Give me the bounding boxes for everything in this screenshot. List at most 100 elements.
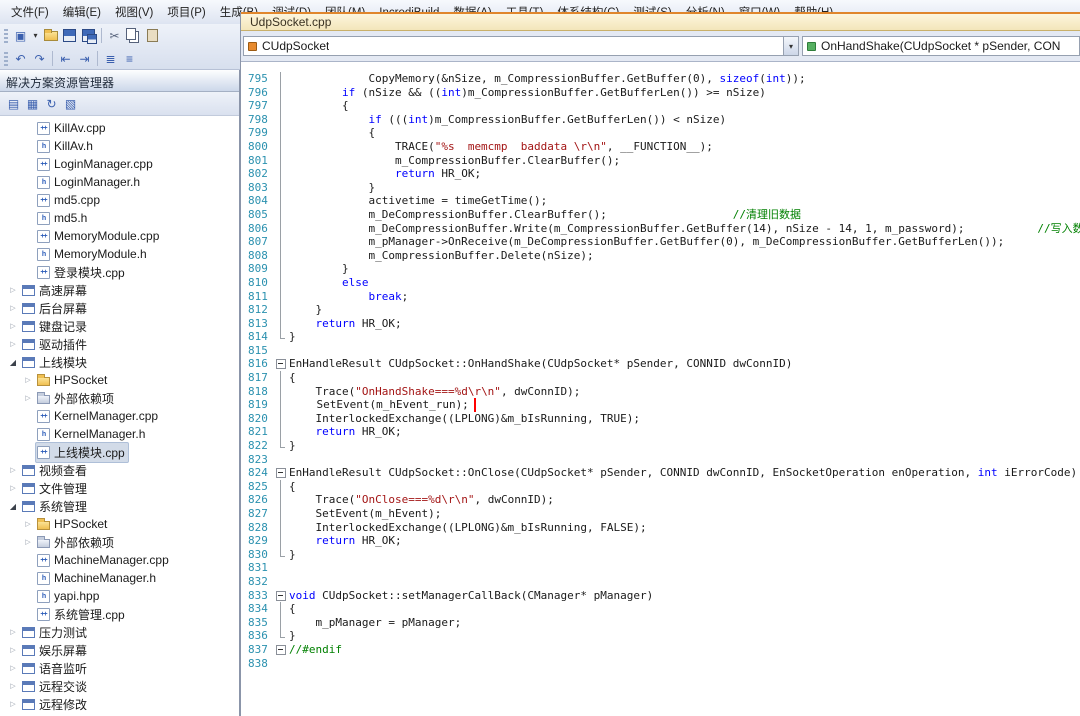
types-dropdown[interactable]: CUdpSocket ▾ bbox=[243, 36, 799, 56]
new-project-icon[interactable]: ▣ bbox=[12, 27, 29, 44]
code-line-803[interactable]: 803 } bbox=[241, 180, 1080, 195]
code-line-833[interactable]: 833 void CUdpSocket::setManagerCallBack(C… bbox=[241, 589, 1080, 603]
code-line-798[interactable]: 798 if (((int)m_CompressionBuffer.GetBuf… bbox=[241, 112, 1080, 127]
tree-item-登录模块.cpp[interactable]: ++ 登录模块.cpp bbox=[0, 263, 239, 281]
code-line-825[interactable]: 825 { bbox=[241, 479, 1080, 494]
line-number[interactable]: 831 bbox=[241, 561, 275, 575]
menu-item-文件(F)[interactable]: 文件(F) bbox=[4, 2, 56, 22]
expand-arrow-icon[interactable]: ▷ bbox=[6, 466, 20, 474]
code-line-830[interactable]: 830} bbox=[241, 547, 1080, 562]
code-line-821[interactable]: 821 return HR_OK; bbox=[241, 425, 1080, 439]
code-line-829[interactable]: 829 return HR_OK; bbox=[241, 534, 1080, 548]
code-line-837[interactable]: 837 //#endif bbox=[241, 643, 1080, 657]
tree-item-远程交谈[interactable]: ▷ 远程交谈 bbox=[0, 677, 239, 695]
expand-arrow-icon[interactable]: ▷ bbox=[6, 322, 20, 330]
expand-arrow-icon[interactable]: ▷ bbox=[21, 376, 35, 384]
collapse-box-icon[interactable] bbox=[275, 589, 289, 603]
expand-arrow-icon[interactable]: ▷ bbox=[6, 700, 20, 708]
code-line-800[interactable]: 800 TRACE("%s memcmp baddata \r\n", __FU… bbox=[241, 139, 1080, 154]
line-number[interactable]: 800 bbox=[241, 140, 275, 154]
tree-item-MachineManager.h[interactable]: h MachineManager.h bbox=[0, 569, 239, 587]
code-line-797[interactable]: 797 { bbox=[241, 99, 1080, 113]
tree-item-外部依赖项[interactable]: ▷ 外部依赖项 bbox=[0, 533, 239, 551]
code-line-838[interactable]: 838 bbox=[241, 657, 1080, 671]
line-number[interactable]: 818 bbox=[241, 385, 275, 399]
line-number[interactable]: 807 bbox=[241, 235, 275, 249]
line-number[interactable]: 796 bbox=[241, 86, 275, 100]
tree-item-键盘记录[interactable]: ▷ 键盘记录 bbox=[0, 317, 239, 335]
code-line-834[interactable]: 834 { bbox=[241, 602, 1080, 616]
uncomment-lines-icon[interactable]: ≡ bbox=[121, 50, 138, 67]
line-number[interactable]: 817 bbox=[241, 371, 275, 385]
code-line-835[interactable]: 835 m_pManager = pManager; bbox=[241, 615, 1080, 630]
line-number[interactable]: 821 bbox=[241, 425, 275, 439]
tree-item-MachineManager.cpp[interactable]: ++ MachineManager.cpp bbox=[0, 551, 239, 569]
tree-item-驱动插件[interactable]: ▷ 驱动插件 bbox=[0, 335, 239, 353]
code-line-824[interactable]: 824 EnHandleResult CUdpSocket::OnClose(CU… bbox=[241, 466, 1080, 480]
line-number[interactable]: 802 bbox=[241, 167, 275, 181]
code-line-808[interactable]: 808 m_CompressionBuffer.Delete(nSize); bbox=[241, 248, 1080, 263]
expand-arrow-icon[interactable]: ▷ bbox=[21, 394, 35, 402]
line-number[interactable]: 804 bbox=[241, 194, 275, 208]
line-number[interactable]: 825 bbox=[241, 480, 275, 494]
code-line-817[interactable]: 817 { bbox=[241, 371, 1080, 385]
tree-item-远程修改[interactable]: ▷ 远程修改 bbox=[0, 695, 239, 713]
code-line-802[interactable]: 802 return HR_OK; bbox=[241, 167, 1080, 181]
tree-item-语音监听[interactable]: ▷ 语音监听 bbox=[0, 659, 239, 677]
code-line-814[interactable]: 814} bbox=[241, 330, 1080, 344]
code-line-831[interactable]: 831 bbox=[241, 561, 1080, 575]
code-editor[interactable]: 795 CopyMemory(&nSize, m_CompressionBuff… bbox=[241, 62, 1080, 716]
code-line-828[interactable]: 828 InterlockedExchange((LPLONG)&m_bIsRu… bbox=[241, 520, 1080, 535]
tree-item-文件管理[interactable]: ▷ 文件管理 bbox=[0, 479, 239, 497]
tree-item-压力测试[interactable]: ▷ 压力测试 bbox=[0, 623, 239, 641]
expand-arrow-icon[interactable]: ▷ bbox=[21, 538, 35, 546]
tree-item-系统管理[interactable]: ◢ 系统管理 bbox=[0, 497, 239, 515]
line-number[interactable]: 815 bbox=[241, 344, 275, 358]
code-line-813[interactable]: 813 return HR_OK; bbox=[241, 316, 1080, 331]
menu-item-项目(P)[interactable]: 项目(P) bbox=[160, 2, 212, 22]
tree-item-高速屏幕[interactable]: ▷ 高速屏幕 bbox=[0, 281, 239, 299]
collapse-box-icon[interactable] bbox=[275, 466, 289, 480]
line-number[interactable]: 814 bbox=[241, 330, 275, 344]
line-number[interactable]: 828 bbox=[241, 521, 275, 535]
tree-item-KernelManager.cpp[interactable]: ++ KernelManager.cpp bbox=[0, 407, 239, 425]
code-line-832[interactable]: 832 bbox=[241, 575, 1080, 589]
open-file-icon[interactable] bbox=[42, 27, 59, 44]
collapse-box-icon[interactable] bbox=[275, 357, 289, 371]
tab-udpsocket[interactable]: UdpSocket.cpp bbox=[250, 15, 331, 29]
tree-item-md5.h[interactable]: h md5.h bbox=[0, 209, 239, 227]
line-number[interactable]: 797 bbox=[241, 99, 275, 113]
tree-item-MemoryModule.cpp[interactable]: ++ MemoryModule.cpp bbox=[0, 227, 239, 245]
tree-item-LoginManager.cpp[interactable]: ++ LoginManager.cpp bbox=[0, 155, 239, 173]
menu-item-视图(V)[interactable]: 视图(V) bbox=[108, 2, 160, 22]
collapse-arrow-icon[interactable]: ◢ bbox=[6, 502, 20, 511]
tree-item-外部依赖项[interactable]: ▷ 外部依赖项 bbox=[0, 389, 239, 407]
code-line-823[interactable]: 823 bbox=[241, 453, 1080, 467]
tree-item-后台屏幕[interactable]: ▷ 后台屏幕 bbox=[0, 299, 239, 317]
line-number[interactable]: 827 bbox=[241, 507, 275, 521]
copy-icon[interactable] bbox=[125, 27, 142, 44]
code-line-805[interactable]: 805 m_DeCompressionBuffer.ClearBuffer();… bbox=[241, 207, 1080, 222]
line-number[interactable]: 838 bbox=[241, 657, 275, 671]
line-number[interactable]: 823 bbox=[241, 453, 275, 467]
tree-item-上线模块.cpp[interactable]: ++ 上线模块.cpp bbox=[0, 441, 239, 463]
line-number[interactable]: 806 bbox=[241, 222, 275, 236]
line-number[interactable]: 835 bbox=[241, 616, 275, 630]
class-diagram-icon[interactable]: ▧ bbox=[62, 95, 79, 112]
comment-lines-icon[interactable]: ≣ bbox=[102, 50, 119, 67]
line-number[interactable]: 816 bbox=[241, 357, 275, 371]
code-line-799[interactable]: 799 { bbox=[241, 126, 1080, 140]
code-line-815[interactable]: 815 bbox=[241, 344, 1080, 358]
outdent-icon[interactable]: ⇤ bbox=[57, 50, 74, 67]
code-line-809[interactable]: 809 } bbox=[241, 262, 1080, 276]
line-number[interactable]: 808 bbox=[241, 249, 275, 263]
line-number[interactable]: 805 bbox=[241, 208, 275, 222]
line-number[interactable]: 834 bbox=[241, 602, 275, 616]
tree-item-KillAv.cpp[interactable]: ++ KillAv.cpp bbox=[0, 119, 239, 137]
line-number[interactable]: 830 bbox=[241, 548, 275, 562]
code-line-811[interactable]: 811 break; bbox=[241, 289, 1080, 304]
menu-item-编辑(E)[interactable]: 编辑(E) bbox=[56, 2, 108, 22]
code-line-812[interactable]: 812 } bbox=[241, 303, 1080, 317]
line-number[interactable]: 836 bbox=[241, 629, 275, 643]
code-line-795[interactable]: 795 CopyMemory(&nSize, m_CompressionBuff… bbox=[241, 72, 1080, 86]
